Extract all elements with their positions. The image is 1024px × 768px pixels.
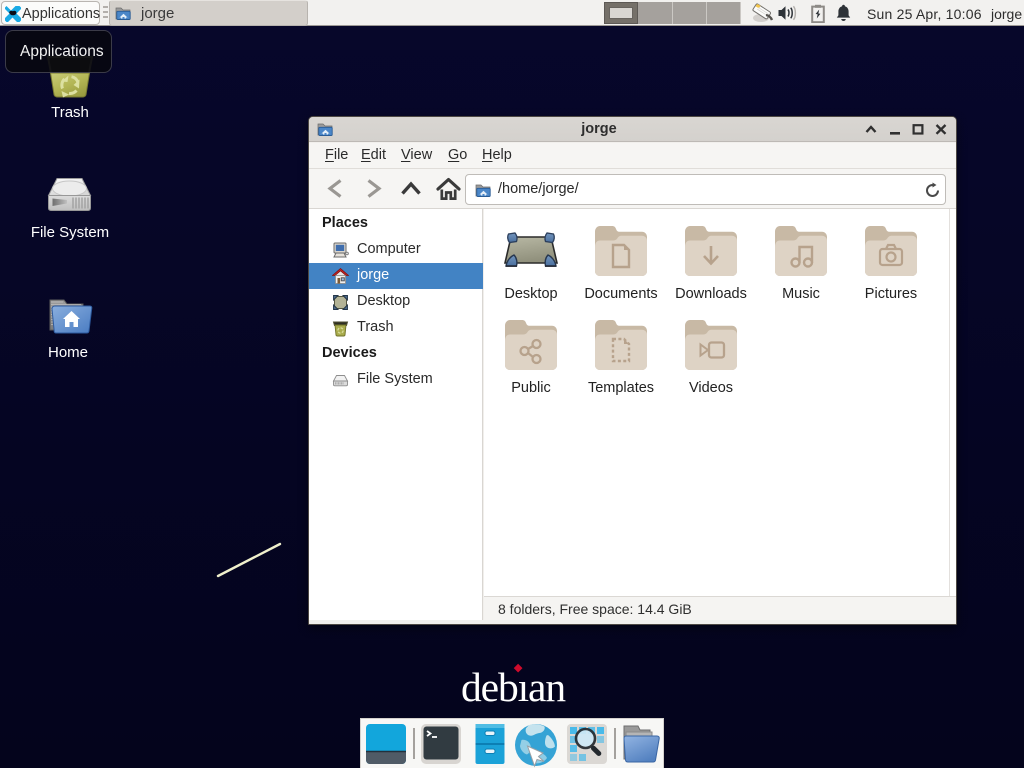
svg-text:debıan: debıan	[461, 664, 566, 710]
